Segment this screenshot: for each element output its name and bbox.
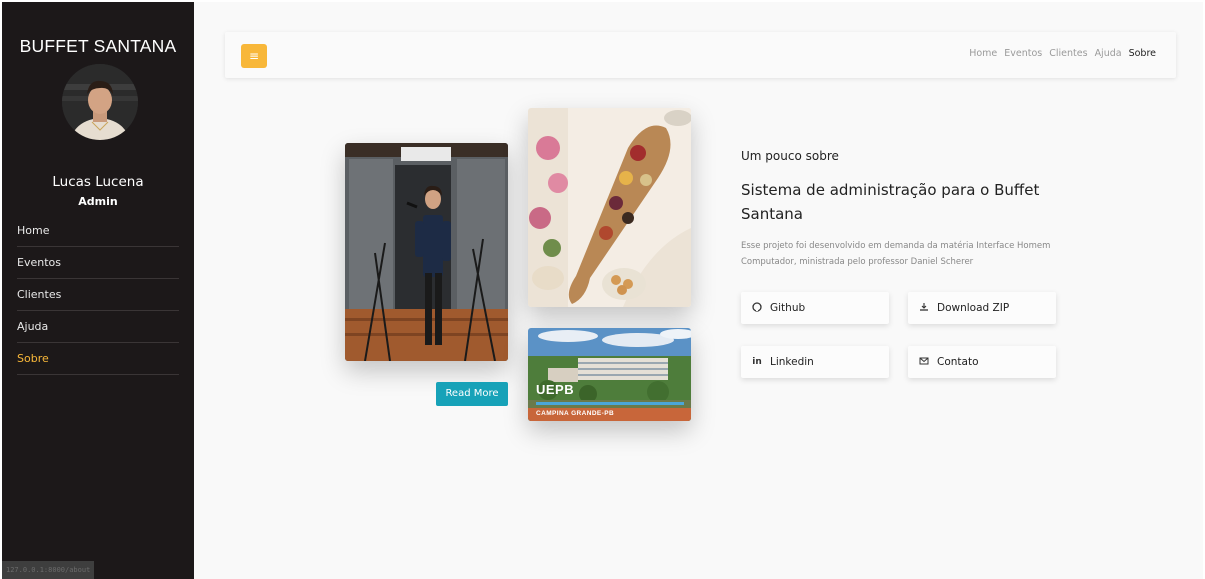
linkedin-label: Linkedin [770, 356, 814, 368]
github-button[interactable]: Github [741, 292, 889, 324]
top-navbar: ≡ Home Eventos Clientes Ajuda Sobre [225, 32, 1176, 78]
about-subheading: Um pouco sobre [741, 149, 839, 163]
studio-photo [345, 143, 508, 361]
sidebar-item-clientes[interactable]: Clientes [17, 279, 179, 311]
avatar [62, 64, 138, 140]
sidebar-item-eventos[interactable]: Eventos [17, 247, 179, 279]
user-role: Admin [78, 195, 118, 208]
menu-toggle-button[interactable]: ≡ [241, 44, 267, 68]
sidebar-item-sobre[interactable]: Sobre [17, 343, 179, 375]
read-more-button[interactable]: Read More [436, 382, 508, 406]
topnav-link-clientes[interactable]: Clientes [1049, 48, 1087, 59]
contact-button[interactable]: Contato [908, 346, 1056, 378]
sidebar: BUFFET SANTANA Lucas Lucena Admin Home E… [2, 2, 194, 579]
topnav-link-eventos[interactable]: Eventos [1004, 48, 1042, 59]
topnav-link-ajuda[interactable]: Ajuda [1095, 48, 1122, 59]
linkedin-button[interactable]: in Linkedin [741, 346, 889, 378]
sidebar-item-home[interactable]: Home [17, 215, 179, 247]
contact-label: Contato [937, 356, 979, 368]
brand-title: BUFFET SANTANA [19, 36, 177, 56]
download-zip-label: Download ZIP [937, 302, 1010, 314]
sidebar-item-ajuda[interactable]: Ajuda [17, 311, 179, 343]
sidebar-nav: Home Eventos Clientes Ajuda Sobre [17, 215, 179, 375]
mail-icon [919, 356, 929, 369]
status-bar-url: 127.0.0.1:8000/about [2, 561, 94, 579]
uepb-title: UEPB [536, 382, 575, 397]
food-board-photo [528, 108, 691, 307]
hamburger-icon: ≡ [248, 49, 260, 63]
download-icon [919, 302, 929, 315]
linkedin-icon: in [752, 357, 762, 367]
user-name: Lucas Lucena [52, 174, 144, 190]
topnav-link-sobre[interactable]: Sobre [1129, 48, 1156, 59]
about-description: Esse projeto foi desenvolvido em demanda… [741, 241, 1051, 267]
github-label: Github [770, 302, 806, 314]
download-zip-button[interactable]: Download ZIP [908, 292, 1056, 324]
topnav-link-home[interactable]: Home [969, 48, 997, 59]
uepb-campus-photo: UEPB CAMPINA GRANDE-PB [528, 328, 691, 421]
uepb-subtitle: CAMPINA GRANDE-PB [536, 410, 615, 417]
top-nav-links: Home Eventos Clientes Ajuda Sobre [969, 48, 1156, 59]
about-heading: Sistema de administração para o Buffet S… [741, 181, 1040, 223]
github-icon [752, 301, 762, 315]
